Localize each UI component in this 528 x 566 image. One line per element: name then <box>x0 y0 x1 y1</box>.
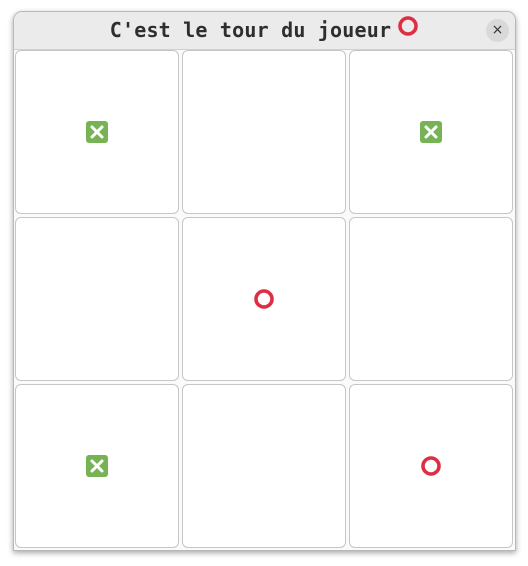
cell-4[interactable] <box>15 217 179 381</box>
cell-8[interactable] <box>182 384 346 548</box>
window-title-text: C'est le tour du joueur <box>109 18 392 42</box>
board-grid <box>14 49 515 550</box>
cell-7[interactable] <box>15 384 179 548</box>
cell-2[interactable] <box>182 50 346 214</box>
cell-9[interactable] <box>349 384 513 548</box>
window-title: C'est le tour du joueur <box>14 12 515 49</box>
o-mark-icon <box>253 288 275 310</box>
game-window: C'est le tour du joueur × <box>13 11 516 551</box>
current-player-o-icon <box>397 12 419 48</box>
cell-3[interactable] <box>349 50 513 214</box>
x-mark-icon <box>86 455 108 477</box>
x-mark-icon <box>86 121 108 143</box>
close-button[interactable]: × <box>486 19 509 42</box>
o-mark-icon <box>420 455 442 477</box>
title-bar: C'est le tour du joueur × <box>14 12 515 50</box>
cell-5[interactable] <box>182 217 346 381</box>
cell-6[interactable] <box>349 217 513 381</box>
x-mark-icon <box>420 121 442 143</box>
cell-1[interactable] <box>15 50 179 214</box>
